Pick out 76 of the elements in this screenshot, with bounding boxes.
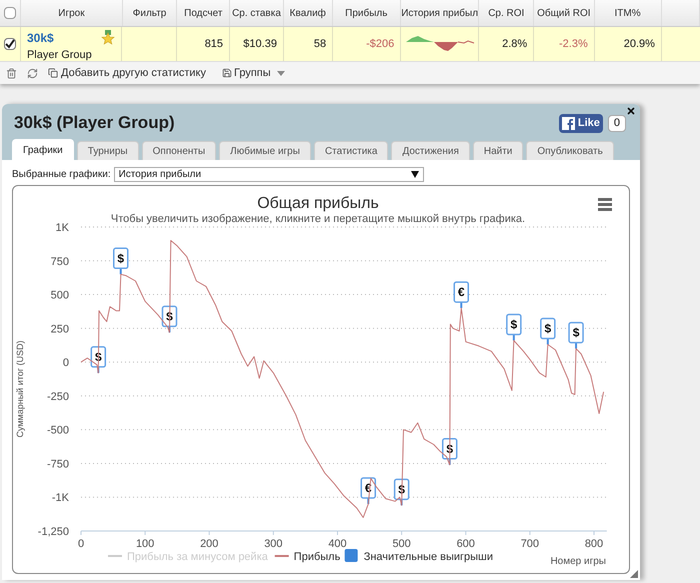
star-icon: [101, 30, 116, 46]
column-header[interactable]: Ср. ROI: [479, 0, 534, 26]
tab[interactable]: Статистика: [314, 141, 388, 160]
like-button[interactable]: Like: [558, 114, 603, 132]
annotation: $: [572, 326, 580, 340]
annotation: $: [510, 317, 518, 332]
column-header[interactable]: Прибыль: [332, 0, 401, 26]
tab[interactable]: Найти: [472, 141, 524, 160]
column-header[interactable]: Подсчет: [177, 0, 230, 26]
facebook-icon: [562, 116, 575, 130]
y-tick-label: 500: [50, 290, 69, 302]
y-tick-label: -1K: [52, 492, 69, 504]
tab[interactable]: Оппоненты: [142, 141, 216, 160]
x-tick-label: 500: [392, 538, 411, 550]
player-link[interactable]: 30k$: [26, 29, 92, 47]
groups-button[interactable]: Группы: [222, 64, 285, 82]
count-cell-text: 815: [204, 36, 224, 52]
y-tick-label: -500: [46, 424, 69, 437]
x-tick-label: 100: [136, 538, 154, 550]
column-header[interactable]: История прибыл: [400, 0, 480, 26]
x-tick-label: 200: [200, 538, 218, 550]
column-header[interactable]: Фильтр: [122, 0, 178, 26]
legend-label: Прибыль: [294, 551, 341, 563]
column-header[interactable]: Ср. ставка: [230, 0, 284, 26]
caret-icon: [276, 70, 285, 76]
x-axis-title: Номер игры: [550, 556, 606, 567]
player-group: Player Group: [26, 47, 92, 64]
refresh-icon[interactable]: [27, 68, 38, 78]
y-tick-label: -250: [46, 390, 69, 403]
x-tick-label: 300: [264, 538, 283, 550]
y-axis-title: Суммарный итог (USD): [15, 340, 25, 438]
qualif-cell-text: 58: [314, 36, 326, 52]
copy-icon: [48, 68, 58, 78]
avg-stake-cell-text: $10.39: [243, 36, 277, 52]
tab[interactable]: Опубликовать: [526, 141, 614, 160]
x-tick-label: 400: [328, 538, 347, 550]
itm-cell-text: 20.9%: [624, 36, 655, 52]
x-tick-label: 0: [78, 538, 84, 550]
annotation: €: [458, 285, 465, 300]
annotation: $: [544, 322, 552, 336]
y-tick-label: -1,250: [38, 526, 69, 538]
x-tick-label: 600: [456, 538, 475, 550]
chart-title: Общая прибыль: [257, 195, 379, 212]
resize-grip-icon[interactable]: [630, 570, 638, 578]
profit-cell-text: -$206: [366, 36, 394, 52]
y-tick-label: 750: [50, 256, 69, 268]
chart-select[interactable]: История прибыли: [114, 166, 424, 182]
chart-subtitle: Чтобы увеличить изображение, кликните и перетащите мышкой внутрь графика.: [110, 213, 526, 225]
legend-item[interactable]: Значительные выигрыши: [344, 549, 494, 563]
like-count: 0: [608, 114, 626, 132]
dialog-title: 30k$ (Player Group): [14, 112, 175, 134]
row-checkbox[interactable]: [4, 38, 16, 50]
annotation: $: [117, 251, 124, 266]
tab[interactable]: Турниры: [76, 141, 139, 160]
add-stats-button[interactable]: Добавить другую статистику: [48, 64, 206, 82]
tab[interactable]: Любимые игры: [219, 141, 311, 160]
y-tick-label: 0: [62, 357, 69, 370]
y-tick-label: 250: [50, 323, 69, 336]
trash-icon[interactable]: [6, 68, 17, 78]
y-tick-label: 1K: [56, 222, 69, 234]
x-tick-label: 800: [584, 538, 604, 550]
column-header[interactable]: Квалиф: [284, 0, 333, 26]
close-icon[interactable]: [626, 106, 636, 116]
y-tick-label: -750: [46, 458, 69, 470]
header-checkbox[interactable]: [4, 7, 16, 19]
tab[interactable]: Достижения: [391, 141, 470, 160]
column-header[interactable]: ITM%: [594, 0, 662, 26]
menu-icon[interactable]: [598, 198, 612, 211]
x-tick-label: 700: [520, 538, 540, 550]
avg-roi-cell-text: 2.8%: [502, 36, 528, 52]
chart-select-label: Выбранные графики:: [12, 168, 111, 182]
column-header[interactable]: Игрок: [21, 0, 123, 26]
column-header[interactable]: Общий ROI: [534, 0, 594, 26]
legend-item[interactable]: Прибыль: [274, 551, 340, 563]
total-roi-cell-text: -2.3%: [558, 36, 588, 52]
tab[interactable]: Графики: [12, 139, 74, 160]
